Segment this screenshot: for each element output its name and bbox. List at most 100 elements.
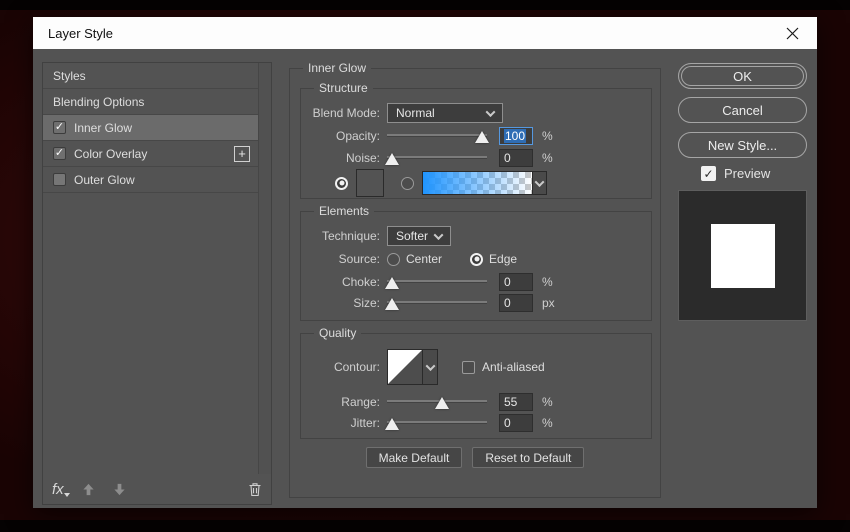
- technique-label: Technique:: [301, 229, 387, 243]
- glow-color-swatch[interactable]: [356, 169, 384, 197]
- dialog-title: Layer Style: [33, 26, 113, 41]
- ok-button[interactable]: OK: [678, 63, 807, 89]
- preview-toggle: ✓ Preview: [701, 166, 770, 181]
- contour-picker[interactable]: [387, 349, 423, 385]
- panel-title: Inner Glow: [303, 61, 371, 75]
- jitter-unit: %: [542, 416, 553, 430]
- size-unit: px: [542, 296, 555, 310]
- choke-slider-handle[interactable]: [385, 277, 399, 289]
- styles-list-toolbar: fx: [43, 474, 271, 504]
- range-unit: %: [542, 395, 553, 409]
- styles-list-scrollbar[interactable]: [258, 63, 271, 474]
- source-label: Source:: [301, 252, 387, 266]
- preview-label: Preview: [724, 166, 770, 181]
- move-effect-up-button[interactable]: [82, 483, 95, 496]
- jitter-label: Jitter:: [301, 416, 387, 430]
- jitter-slider[interactable]: [387, 415, 487, 431]
- noise-input[interactable]: 0: [499, 149, 533, 167]
- range-slider-handle[interactable]: [435, 397, 449, 409]
- move-effect-down-button[interactable]: [113, 483, 126, 496]
- sidebar-item-inner-glow[interactable]: ✓ Inner Glow: [43, 115, 258, 141]
- sidebar-item-label: Color Overlay: [74, 147, 147, 161]
- arrow-down-icon: [113, 483, 126, 496]
- source-center-label: Center: [406, 252, 442, 266]
- glow-gradient-picker[interactable]: [422, 171, 547, 195]
- range-label: Range:: [301, 395, 387, 409]
- sidebar-item-blending-options[interactable]: Blending Options: [43, 89, 258, 115]
- size-label: Size:: [301, 296, 387, 310]
- chevron-down-icon: [486, 107, 496, 117]
- source-center-radio[interactable]: [387, 253, 400, 266]
- new-style-button[interactable]: New Style...: [678, 132, 807, 158]
- sidebar-item-label: Styles: [53, 69, 86, 83]
- quality-group: Quality Contour: Anti-aliased Range: 55 …: [300, 333, 652, 439]
- styles-list: Styles Blending Options ✓ Inner Glow ✓ C…: [43, 63, 258, 193]
- screen-top-bar: [0, 0, 850, 10]
- range-input[interactable]: 55: [499, 393, 533, 411]
- preview-checkbox[interactable]: ✓: [701, 166, 716, 181]
- technique-dropdown[interactable]: Softer: [387, 226, 451, 246]
- styles-list-panel: Styles Blending Options ✓ Inner Glow ✓ C…: [42, 62, 272, 505]
- dialog-titlebar[interactable]: Layer Style: [33, 17, 817, 49]
- glow-gradient-radio[interactable]: [401, 177, 414, 190]
- structure-group: Structure Blend Mode: Normal Opacity: 10…: [300, 88, 652, 199]
- anti-aliased-label: Anti-aliased: [482, 360, 545, 374]
- layer-style-dialog: Layer Style Styles Blending Options ✓ In…: [33, 17, 817, 508]
- arrow-up-icon: [82, 483, 95, 496]
- jitter-slider-handle[interactable]: [385, 418, 399, 430]
- choke-unit: %: [542, 275, 553, 289]
- sidebar-item-label: Blending Options: [53, 95, 144, 109]
- add-effect-instance-button[interactable]: +: [234, 146, 250, 162]
- size-input[interactable]: 0: [499, 294, 533, 312]
- chevron-down-icon: [535, 177, 545, 187]
- blend-mode-label: Blend Mode:: [301, 106, 387, 120]
- glow-color-radio[interactable]: [335, 177, 348, 190]
- fx-menu-button[interactable]: fx: [52, 481, 64, 498]
- opacity-slider-handle[interactable]: [475, 131, 489, 143]
- size-slider-handle[interactable]: [385, 298, 399, 310]
- close-button[interactable]: [773, 17, 811, 49]
- range-slider[interactable]: [387, 394, 487, 410]
- anti-aliased-checkbox[interactable]: [462, 361, 475, 374]
- dialog-body: Styles Blending Options ✓ Inner Glow ✓ C…: [33, 49, 817, 508]
- choke-input[interactable]: 0: [499, 273, 533, 291]
- source-edge-radio[interactable]: [470, 253, 483, 266]
- outer-glow-checkbox[interactable]: ✓: [53, 173, 66, 186]
- trash-icon: [248, 482, 262, 497]
- noise-label: Noise:: [301, 151, 387, 165]
- sidebar-item-label: Outer Glow: [74, 173, 135, 187]
- preview-layer-square: [711, 224, 775, 288]
- opacity-input[interactable]: 100: [499, 127, 533, 145]
- source-edge-label: Edge: [489, 252, 517, 266]
- blend-mode-dropdown[interactable]: Normal: [387, 103, 503, 123]
- close-icon: [786, 27, 799, 40]
- elements-group: Elements Technique: Softer Source: Cente…: [300, 211, 652, 321]
- noise-slider[interactable]: [387, 150, 487, 166]
- make-default-button[interactable]: Make Default: [366, 447, 463, 468]
- jitter-input[interactable]: 0: [499, 414, 533, 432]
- delete-effect-button[interactable]: [248, 482, 262, 497]
- chevron-down-icon: [434, 230, 444, 240]
- opacity-unit: %: [542, 129, 553, 143]
- inner-glow-checkbox[interactable]: ✓: [53, 121, 66, 134]
- noise-slider-handle[interactable]: [385, 153, 399, 165]
- size-slider[interactable]: [387, 295, 487, 311]
- contour-dropdown-button[interactable]: [423, 349, 438, 385]
- screen-bottom-bar: [0, 520, 850, 532]
- sidebar-item-label: Inner Glow: [74, 121, 132, 135]
- color-overlay-checkbox[interactable]: ✓: [53, 147, 66, 160]
- opacity-label: Opacity:: [301, 129, 387, 143]
- choke-slider[interactable]: [387, 274, 487, 290]
- gradient-dropdown-button[interactable]: [532, 171, 547, 195]
- plus-icon: +: [238, 146, 246, 161]
- reset-to-default-button[interactable]: Reset to Default: [472, 447, 584, 468]
- sidebar-item-styles[interactable]: Styles: [43, 63, 258, 89]
- sidebar-item-color-overlay[interactable]: ✓ Color Overlay +: [43, 141, 258, 167]
- cancel-button[interactable]: Cancel: [678, 97, 807, 123]
- elements-legend: Elements: [314, 204, 374, 218]
- noise-unit: %: [542, 151, 553, 165]
- sidebar-item-outer-glow[interactable]: ✓ Outer Glow: [43, 167, 258, 193]
- inner-glow-panel: Inner Glow Structure Blend Mode: Normal …: [289, 68, 661, 498]
- style-preview-thumbnail: [678, 190, 807, 321]
- opacity-slider[interactable]: [387, 128, 487, 144]
